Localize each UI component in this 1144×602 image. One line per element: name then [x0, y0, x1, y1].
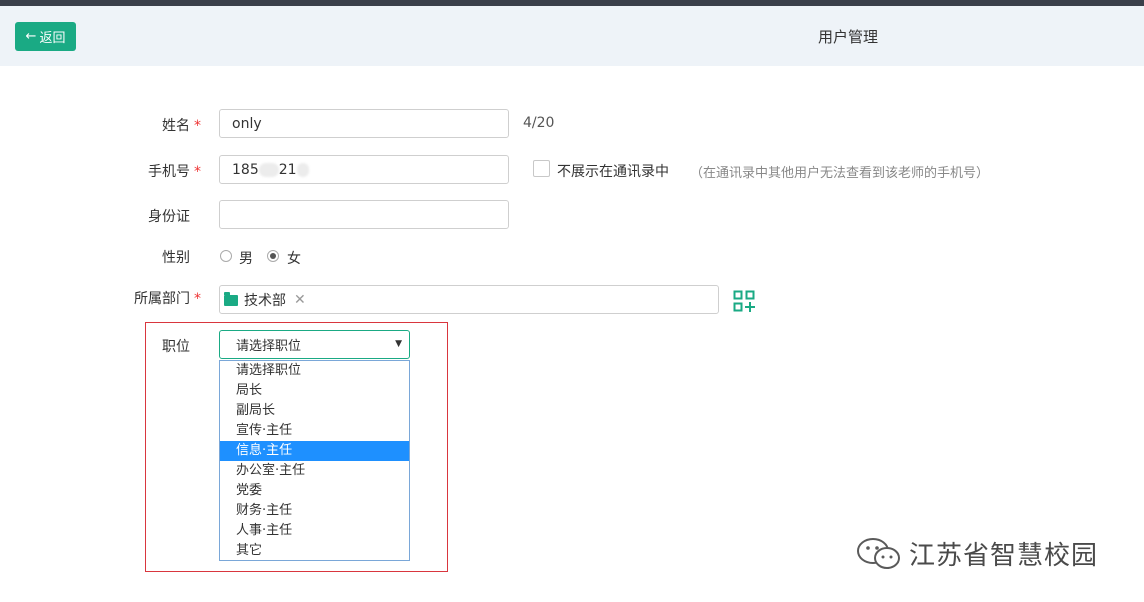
position-label: 职位: [162, 339, 190, 355]
arrow-left-icon: ←: [25, 29, 37, 44]
name-char-counter: 4/20: [523, 115, 555, 131]
hide-phone-label: 不展示在通讯录中: [557, 164, 669, 180]
dropdown-option[interactable]: 办公室·主任: [220, 461, 409, 481]
wechat-icon: [857, 537, 900, 569]
department-tag: 技术部 ✕: [224, 291, 306, 309]
required-mark: *: [194, 164, 201, 180]
back-button-label: 返回: [39, 31, 66, 46]
page-title: 用户管理: [818, 28, 879, 46]
dropdown-option[interactable]: 人事·主任: [220, 521, 409, 541]
caret-down-icon: ▼: [395, 339, 402, 349]
header-bar: ← 返回 用户管理: [0, 6, 1144, 66]
phone-input[interactable]: 185 21: [219, 155, 509, 184]
position-dropdown-list: 请选择职位 局长 副局长 宣传·主任 信息·主任 办公室·主任 党委 财务·主任…: [219, 360, 410, 561]
phone-label: 手机号 *: [148, 164, 201, 180]
name-label: 姓名 *: [162, 118, 201, 134]
watermark-text: 江苏省智慧校园: [909, 541, 1099, 571]
dropdown-option[interactable]: 请选择职位: [220, 361, 409, 381]
dropdown-option[interactable]: 宣传·主任: [220, 421, 409, 441]
gender-label: 性别: [162, 250, 190, 266]
back-button[interactable]: ← 返回: [15, 22, 76, 51]
redacted-digits: [258, 162, 279, 177]
required-mark: *: [194, 118, 201, 134]
gender-radio-female[interactable]: [267, 250, 279, 262]
add-department-icon[interactable]: [733, 290, 755, 312]
id-card-input[interactable]: [219, 200, 509, 229]
dropdown-option[interactable]: 副局长: [220, 401, 409, 421]
watermark: 江苏省智慧校园: [855, 535, 1098, 572]
hide-phone-checkbox[interactable]: [533, 160, 550, 177]
department-label: 所属部门 *: [134, 291, 201, 307]
gender-radio-male[interactable]: [220, 250, 232, 262]
id-card-label: 身份证: [148, 209, 190, 225]
dropdown-option[interactable]: 财务·主任: [220, 501, 409, 521]
gender-male-label: 男: [239, 251, 253, 267]
redacted-digits: [296, 162, 309, 177]
gender-female-label: 女: [287, 251, 301, 267]
dropdown-option[interactable]: 局长: [220, 381, 409, 401]
dropdown-option[interactable]: 党委: [220, 481, 409, 501]
close-icon[interactable]: ✕: [294, 292, 306, 308]
department-tag-label: 技术部: [244, 293, 286, 309]
required-mark: *: [194, 291, 201, 307]
folder-icon: [224, 291, 238, 306]
dropdown-option-highlighted[interactable]: 信息·主任: [220, 441, 409, 461]
position-select[interactable]: 请选择职位 ▼: [219, 330, 410, 359]
dropdown-option[interactable]: 其它: [220, 541, 409, 561]
phone-hint: （在通讯录中其他用户无法查看到该老师的手机号）: [690, 166, 990, 181]
name-input[interactable]: only: [219, 109, 509, 138]
